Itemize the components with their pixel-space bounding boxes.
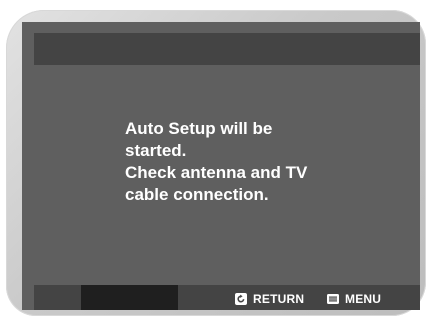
return-hint[interactable]: RETURN [235, 290, 304, 307]
menu-label: MENU [345, 291, 382, 306]
bottom-bar-black-block [81, 285, 178, 310]
message-line-3: Check antenna and TV [125, 163, 308, 182]
message-line-1: Auto Setup will be [125, 119, 273, 138]
bottom-bar: RETURN MENU [34, 285, 420, 310]
setup-message: Auto Setup will be started. Check antenn… [125, 118, 365, 206]
tv-screen: Auto Setup will be started. Check antenn… [22, 22, 420, 310]
return-icon [235, 292, 247, 305]
menu-hint[interactable]: MENU [327, 290, 381, 307]
message-line-2: started. [125, 141, 187, 160]
tv-frame: Auto Setup will be started. Check antenn… [0, 0, 434, 322]
message-line-4: cable connection. [125, 185, 269, 204]
return-label: RETURN [253, 291, 305, 306]
menu-icon [327, 293, 339, 305]
top-bar [34, 33, 420, 65]
